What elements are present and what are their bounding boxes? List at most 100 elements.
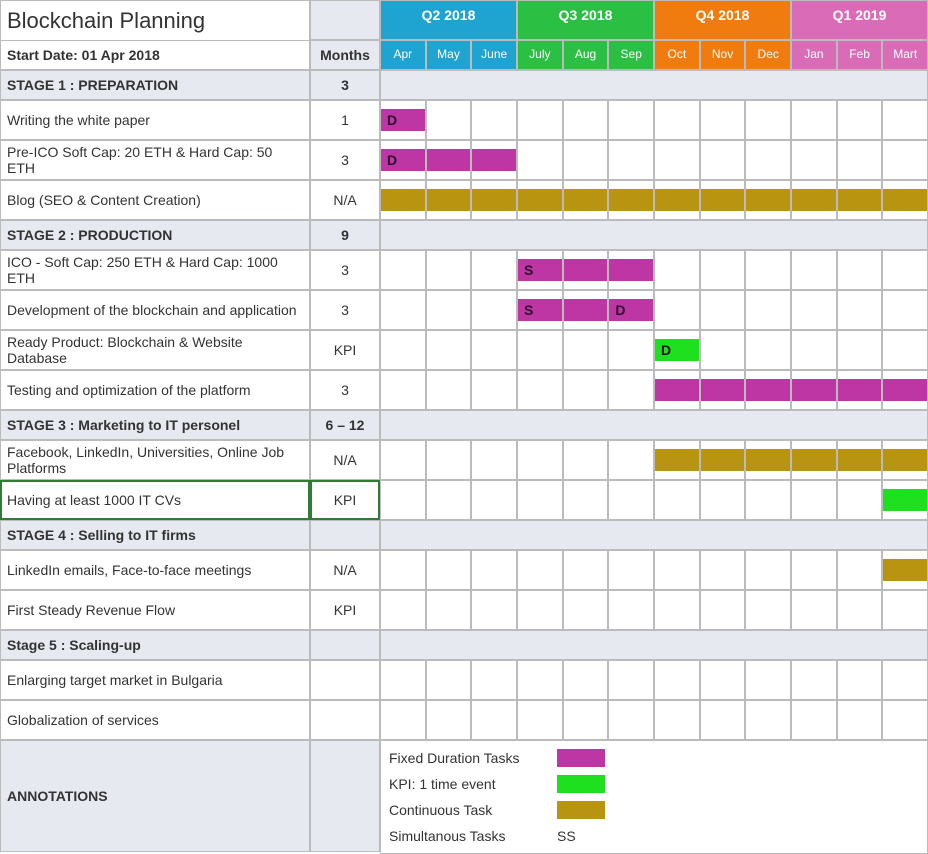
gantt-cell[interactable]	[380, 440, 426, 480]
row-months[interactable]	[310, 700, 380, 740]
gantt-cell[interactable]	[791, 440, 837, 480]
gantt-cell[interactable]	[700, 700, 746, 740]
gantt-cell[interactable]	[380, 480, 426, 520]
gantt-cell[interactable]	[563, 140, 609, 180]
gantt-cell[interactable]	[608, 660, 654, 700]
row-label[interactable]: Stage 5 : Scaling-up	[0, 630, 310, 660]
gantt-cell[interactable]	[791, 700, 837, 740]
gantt-cell[interactable]: D	[608, 290, 654, 330]
row-label[interactable]: STAGE 2 : PRODUCTION	[0, 220, 310, 250]
gantt-cell[interactable]	[837, 370, 883, 410]
gantt-cell[interactable]	[563, 370, 609, 410]
gantt-cell[interactable]	[608, 440, 654, 480]
gantt-cell[interactable]	[608, 480, 654, 520]
gantt-cell[interactable]	[471, 290, 517, 330]
gantt-cell[interactable]	[882, 290, 928, 330]
gantt-cell[interactable]	[882, 180, 928, 220]
gantt-cell[interactable]	[837, 480, 883, 520]
gantt-cell[interactable]	[654, 550, 700, 590]
gantt-cell[interactable]	[791, 140, 837, 180]
gantt-cell[interactable]	[563, 180, 609, 220]
row-label[interactable]: Ready Product: Blockchain & Website Data…	[0, 330, 310, 370]
gantt-cell[interactable]	[882, 590, 928, 630]
gantt-cell[interactable]	[745, 250, 791, 290]
row-months[interactable]: 6 – 12	[310, 410, 380, 440]
row-label[interactable]: ICO - Soft Cap: 250 ETH & Hard Cap: 1000…	[0, 250, 310, 290]
gantt-cell[interactable]	[380, 660, 426, 700]
gantt-cell[interactable]	[471, 370, 517, 410]
gantt-cell[interactable]	[517, 370, 563, 410]
gantt-cell[interactable]	[882, 660, 928, 700]
gantt-cell[interactable]	[471, 440, 517, 480]
gantt-cell[interactable]	[654, 480, 700, 520]
gantt-cell[interactable]	[700, 590, 746, 630]
gantt-cell[interactable]	[471, 250, 517, 290]
gantt-cell[interactable]	[791, 180, 837, 220]
gantt-cell[interactable]	[654, 370, 700, 410]
row-label[interactable]: Writing the white paper	[0, 100, 310, 140]
row-label[interactable]: STAGE 4 : Selling to IT firms	[0, 520, 310, 550]
gantt-cell[interactable]: S	[517, 250, 563, 290]
gantt-cell[interactable]	[700, 180, 746, 220]
gantt-cell[interactable]	[426, 250, 472, 290]
gantt-cell[interactable]	[837, 700, 883, 740]
gantt-cell[interactable]	[426, 370, 472, 410]
gantt-cell[interactable]	[882, 440, 928, 480]
row-months[interactable]: 3	[310, 250, 380, 290]
gantt-cell[interactable]	[700, 440, 746, 480]
gantt-cell[interactable]	[745, 140, 791, 180]
gantt-cell[interactable]: D	[380, 140, 426, 180]
gantt-cell[interactable]	[426, 100, 472, 140]
row-label[interactable]: Globalization of services	[0, 700, 310, 740]
row-months[interactable]: 3	[310, 370, 380, 410]
gantt-cell[interactable]	[380, 330, 426, 370]
gantt-cell[interactable]	[608, 250, 654, 290]
gantt-cell[interactable]	[882, 700, 928, 740]
gantt-cell[interactable]	[426, 660, 472, 700]
gantt-cell[interactable]	[700, 480, 746, 520]
gantt-cell[interactable]	[745, 590, 791, 630]
gantt-cell[interactable]	[700, 660, 746, 700]
gantt-cell[interactable]	[882, 480, 928, 520]
gantt-cell[interactable]	[426, 290, 472, 330]
gantt-cell[interactable]	[563, 590, 609, 630]
row-months[interactable]: N/A	[310, 550, 380, 590]
gantt-cell[interactable]	[882, 330, 928, 370]
gantt-cell[interactable]	[745, 440, 791, 480]
row-label[interactable]: Testing and optimization of the platform	[0, 370, 310, 410]
gantt-cell[interactable]	[471, 100, 517, 140]
gantt-cell[interactable]	[471, 480, 517, 520]
gantt-cell[interactable]	[700, 370, 746, 410]
row-label[interactable]: Having at least 1000 IT CVs	[0, 480, 310, 520]
row-label[interactable]: Pre-ICO Soft Cap: 20 ETH & Hard Cap: 50 …	[0, 140, 310, 180]
gantt-cell[interactable]	[517, 330, 563, 370]
gantt-cell[interactable]	[517, 480, 563, 520]
gantt-cell[interactable]	[471, 140, 517, 180]
row-label[interactable]: Enlarging target market in Bulgaria	[0, 660, 310, 700]
gantt-cell[interactable]	[517, 550, 563, 590]
gantt-cell[interactable]: D	[380, 100, 426, 140]
gantt-cell[interactable]	[837, 590, 883, 630]
gantt-cell[interactable]: D	[654, 330, 700, 370]
row-months[interactable]: 1	[310, 100, 380, 140]
row-months[interactable]	[310, 520, 380, 550]
gantt-cell[interactable]	[745, 480, 791, 520]
row-label[interactable]: STAGE 1 : PREPARATION	[0, 70, 310, 100]
gantt-cell[interactable]	[380, 180, 426, 220]
gantt-cell[interactable]	[791, 550, 837, 590]
gantt-cell[interactable]	[700, 550, 746, 590]
gantt-cell[interactable]	[745, 700, 791, 740]
gantt-cell[interactable]	[608, 370, 654, 410]
gantt-cell[interactable]	[471, 330, 517, 370]
gantt-cell[interactable]	[791, 100, 837, 140]
gantt-cell[interactable]	[563, 660, 609, 700]
gantt-cell[interactable]	[791, 250, 837, 290]
gantt-cell[interactable]	[517, 440, 563, 480]
gantt-cell[interactable]	[563, 100, 609, 140]
gantt-cell[interactable]	[426, 180, 472, 220]
gantt-cell[interactable]	[426, 550, 472, 590]
gantt-cell[interactable]	[837, 250, 883, 290]
gantt-cell[interactable]	[426, 480, 472, 520]
gantt-cell[interactable]	[426, 700, 472, 740]
row-label[interactable]: LinkedIn emails, Face-to-face meetings	[0, 550, 310, 590]
